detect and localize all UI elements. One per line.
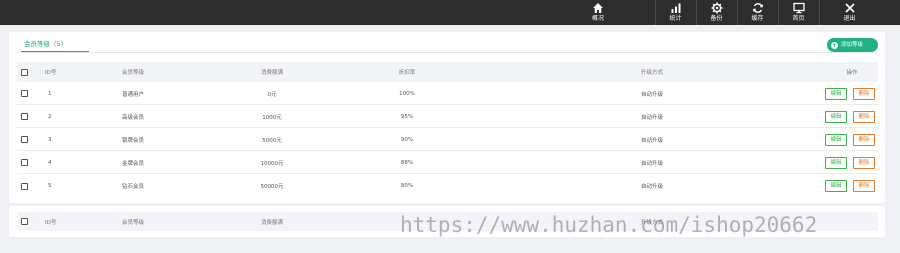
tab-member-levels[interactable]: 会员等级（5） [21,39,89,52]
delete-button[interactable]: 删除 [853,180,875,192]
header-amount: 消费额满 [260,219,283,226]
edit-button[interactable]: 编辑 [825,110,847,123]
header-amount: 消费额满 [260,70,283,76]
monitor-icon [792,2,805,14]
header-level: 会员等级 [122,70,145,76]
cell-amount: 50000元 [260,184,284,190]
add-level-button[interactable]: + 添加等级 [827,38,878,52]
watermark: https://www.huzhan.com/ishop20662 [400,213,818,237]
cell-upgrade: 自动升级 [640,137,663,144]
table-row: 5 钻石会员 50000元 80% 自动升级 编辑 删除 [17,175,878,197]
cell-discount: 88% [400,159,414,166]
nav-label: 首页 [792,15,805,22]
cell-amount: 0元 [267,91,277,98]
edit-button[interactable]: 编辑 [825,133,847,146]
cell-id: 2 [48,113,52,120]
table-row: 1 普通用户 0元 100% 自动升级 编辑 删除 [17,83,878,105]
delete-button[interactable]: 删除 [853,133,875,146]
cell-level: 高级会员 [122,114,145,121]
delete-button[interactable]: 删除 [853,110,875,123]
table-row: 3 银牌会员 5000元 90% 自动升级 编辑 删除 [17,129,878,151]
nav-label: 缓存 [751,15,764,22]
cell-amount: 1000元 [262,114,282,121]
cell-amount: 5000元 [262,137,282,144]
table-row: 2 高级会员 1000元 95% 自动升级 编辑 删除 [17,106,878,128]
cell-id: 5 [48,183,52,189]
cell-upgrade: 自动升级 [640,91,663,98]
stats-icon [671,3,680,13]
home-icon [593,3,603,13]
row-checkbox[interactable] [21,182,28,190]
cell-id: 4 [48,159,52,166]
row-checkbox[interactable] [21,113,28,120]
nav-stats[interactable]: 统计 [655,0,695,25]
nav-label: 备份 [710,15,723,22]
add-level-label: 添加等级 [841,42,864,48]
top-nav-bar: 概况 统计 备份 缓存 首页 退出 [0,0,900,25]
nav-cache[interactable]: 缓存 [737,0,777,25]
cell-upgrade: 自动升级 [640,114,663,121]
nav-logout[interactable]: 退出 [819,0,879,25]
nav-home-page[interactable]: 首页 [778,0,818,25]
cell-id: 3 [48,136,52,143]
cell-level: 钻石会员 [122,184,145,190]
cell-level: 银牌会员 [122,137,145,144]
edit-button[interactable]: 编辑 [825,156,847,169]
close-icon [844,3,855,13]
header-level: 会员等级 [122,219,145,226]
cell-discount: 80% [400,183,414,189]
cell-amount: 10000元 [260,160,284,167]
cell-id: 1 [48,90,52,97]
cell-level: 普通用户 [122,91,145,98]
cell-discount: 100% [399,90,415,97]
header-discount: 折扣率 [398,70,416,76]
nav-overview[interactable]: 概况 [578,0,618,25]
nav-label: 概况 [591,15,604,22]
cell-discount: 90% [400,136,414,143]
gear-icon [711,2,722,14]
cell-level: 金牌会员 [122,160,145,167]
header-ops: 操作 [846,70,858,76]
cell-discount: 95% [400,113,414,120]
nav-label: 统计 [669,15,682,22]
table-row: 4 金牌会员 10000元 88% 自动升级 编辑 删除 [17,152,878,174]
header-id: ID号 [45,219,57,226]
edit-button[interactable]: 编辑 [825,87,847,100]
row-checkbox[interactable] [21,159,28,166]
select-all-checkbox[interactable] [21,218,28,225]
nav-label: 退出 [843,15,856,22]
refresh-icon [752,3,763,13]
row-checkbox[interactable] [21,136,28,143]
member-level-panel: 会员等级（5） + 添加等级 ID号 会员等级 消费额满 折扣率 升级方式 操作 … [9,32,885,203]
cell-upgrade: 自动升级 [640,160,663,167]
edit-button[interactable]: 编辑 [825,180,847,192]
cell-upgrade: 自动升级 [640,184,663,190]
select-all-checkbox[interactable] [21,68,28,76]
tab-divider [17,52,877,53]
delete-button[interactable]: 删除 [853,156,875,169]
header-id: ID号 [45,70,57,76]
row-checkbox[interactable] [21,90,28,97]
nav-backup[interactable]: 备份 [696,0,736,25]
table-header: ID号 会员等级 消费额满 折扣率 升级方式 操作 [17,62,878,82]
plus-icon: + [831,41,838,49]
delete-button[interactable]: 删除 [853,87,875,100]
header-upgrade: 升级方式 [640,70,663,76]
